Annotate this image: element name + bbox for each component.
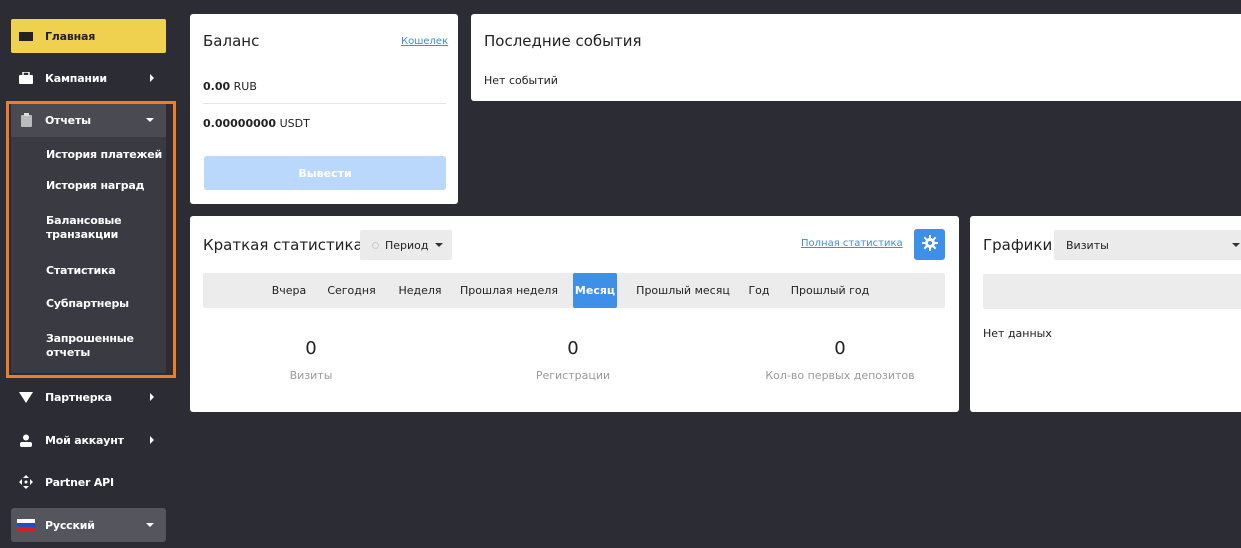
chart-metric-label: Визиты	[1066, 238, 1109, 252]
user-icon	[15, 434, 37, 447]
events-card: Последние события Нет событий	[471, 14, 1241, 101]
stats-card: Краткая статистика Период Полная статист…	[190, 216, 959, 412]
chart-metric-select[interactable]: Визиты	[1054, 230, 1241, 260]
tab-week[interactable]: Неделя	[395, 273, 445, 308]
nav-home-label: Главная	[45, 29, 96, 43]
home-icon	[15, 31, 37, 42]
rub-balance: 0.00 RUB	[203, 80, 257, 93]
nav-campaigns[interactable]: Кампании	[11, 61, 166, 95]
events-empty: Нет событий	[484, 74, 558, 87]
caret-down-icon	[1232, 243, 1240, 247]
withdraw-button[interactable]: Вывести	[204, 156, 446, 190]
balance-card: Баланс Кошелек 0.00 RUB 0.00000000 USDT …	[190, 14, 458, 204]
tab-month[interactable]: Месяц	[573, 273, 617, 308]
stat-registrations-value: 0	[567, 338, 579, 359]
stat-registrations: 0 Регистрации	[453, 338, 693, 382]
tab-year[interactable]: Год	[743, 273, 775, 308]
highlight-frame	[6, 101, 176, 378]
tab-last-year[interactable]: Прошлый год	[788, 273, 872, 308]
usdt-currency: USDT	[279, 117, 310, 130]
sidebar: Главная Кампании Отчеты История платежей…	[0, 0, 176, 548]
nav-api-label: Partner API	[45, 475, 114, 489]
balance-divider	[203, 103, 446, 104]
caret-down-icon	[434, 243, 443, 247]
rub-currency: RUB	[233, 80, 257, 93]
usdt-balance: 0.00000000 USDT	[203, 117, 310, 130]
language-label: Русский	[45, 518, 95, 532]
nav-partner[interactable]: Партнерка	[11, 380, 166, 414]
russia-flag-icon	[15, 519, 37, 531]
stat-first-deposits-label: Кол-во первых депозитов	[765, 369, 915, 382]
chart-toolbar	[983, 274, 1241, 309]
nav-partner-label: Партнерка	[45, 390, 112, 404]
full-stats-link[interactable]: Полная статистика	[801, 238, 903, 249]
gear-icon	[921, 234, 938, 255]
wallet-link[interactable]: Кошелек	[401, 36, 448, 47]
stat-first-deposits-value: 0	[834, 338, 846, 359]
period-tabs: Вчера Сегодня Неделя Прошлая неделя Меся…	[203, 273, 945, 308]
stats-title: Краткая статистика	[203, 236, 363, 254]
stat-registrations-label: Регистрации	[535, 369, 611, 382]
nav-account[interactable]: Мой аккаунт	[11, 423, 166, 457]
stat-visits-value: 0	[305, 338, 317, 359]
nav-account-label: Мой аккаунт	[45, 433, 124, 447]
charts-empty: Нет данных	[983, 327, 1052, 340]
balance-title: Баланс	[203, 32, 260, 50]
tab-last-month[interactable]: Прошлый месяц	[635, 273, 731, 308]
nav-home[interactable]: Главная	[11, 19, 166, 53]
nav-api[interactable]: Partner API	[11, 465, 166, 499]
period-dropdown[interactable]: Период	[360, 230, 452, 260]
api-icon	[15, 475, 37, 489]
tab-last-week[interactable]: Прошлая неделя	[459, 273, 559, 308]
events-title: Последние события	[484, 32, 642, 50]
diamond-icon	[15, 391, 37, 403]
stat-visits-label: Визиты	[289, 369, 333, 382]
stat-visits: 0 Визиты	[191, 338, 431, 382]
language-selector[interactable]: Русский	[11, 508, 166, 542]
charts-card: Графики Визиты Нет данных	[970, 216, 1241, 412]
period-radio-icon	[372, 241, 379, 249]
chevron-right-icon	[150, 436, 154, 444]
stat-first-deposits: 0 Кол-во первых депозитов	[720, 338, 960, 382]
briefcase-icon	[15, 72, 37, 84]
nav-campaigns-label: Кампании	[45, 71, 107, 85]
chevron-right-icon	[150, 74, 154, 82]
period-label: Период	[385, 238, 429, 252]
chevron-down-icon	[146, 523, 154, 527]
chevron-right-icon	[150, 393, 154, 401]
settings-button[interactable]	[914, 229, 945, 260]
rub-amount: 0.00	[203, 80, 231, 93]
tab-yesterday[interactable]: Вчера	[269, 273, 309, 308]
charts-title: Графики	[983, 236, 1053, 254]
usdt-amount: 0.00000000	[203, 117, 277, 130]
tab-today[interactable]: Сегодня	[324, 273, 379, 308]
